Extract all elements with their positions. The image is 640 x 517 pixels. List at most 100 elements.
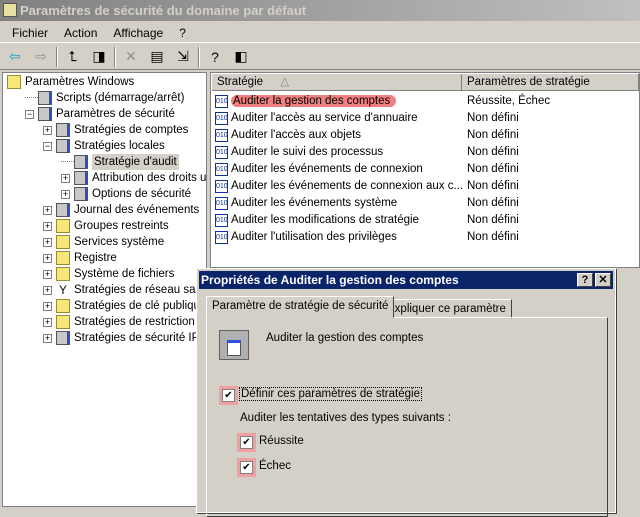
tree-item[interactable]: + Journal des événements: [43, 202, 199, 218]
sort-ascending-icon: △: [280, 76, 290, 88]
expand-icon[interactable]: +: [61, 173, 70, 183]
properties-dialog: Propriétés de Auditer la gestion des com…: [196, 268, 616, 517]
policy-name: Auditer l'utilisation des privilèges: [231, 229, 473, 246]
policy-row[interactable]: 010 Auditer les événements système Non déf…: [215, 195, 639, 212]
tree-item[interactable]: + Stratégies de clé publique: [43, 298, 206, 314]
policy-row[interactable]: 010 Auditer les événements de connexion a…: [215, 178, 639, 195]
policy-list[interactable]: Stratégie △ Paramètres de stratégie 010 A…: [210, 72, 640, 268]
expand-icon[interactable]: +: [43, 237, 52, 247]
toolbar: ⇦ ⇨ ⮤ ◨ ✕ ▤ ⇲? ◧: [0, 44, 640, 70]
properties-button[interactable]: ▤: [146, 46, 168, 68]
tree-item[interactable]: + Attribution des droits utili: [61, 170, 206, 186]
export-list-button[interactable]: ⇲: [172, 46, 194, 68]
dialog-title-bar: Propriétés de Auditer la gestion des com…: [199, 271, 613, 289]
audit-policy-icon: 010: [215, 146, 228, 159]
tree-item[interactable]: + Options de sécurité: [61, 186, 191, 202]
menu-fichier[interactable]: Fichier: [4, 23, 56, 42]
tree-item[interactable]: + Services système: [43, 234, 164, 250]
policy-icon: [74, 155, 88, 169]
define-checkbox[interactable]: ✔: [222, 389, 235, 402]
policy-row[interactable]: 010 Auditer les événements de connexion No…: [215, 161, 639, 178]
expand-icon[interactable]: +: [43, 333, 52, 343]
folder-icon: [56, 219, 70, 233]
tree-item-label: Stratégies de sécurité IP su: [74, 332, 207, 344]
policy-row[interactable]: 010 Auditer la gestion des comptes Réussit…: [215, 93, 639, 110]
column-header-strategie[interactable]: Stratégie △: [212, 74, 462, 91]
menu-affichage[interactable]: Affichage: [105, 23, 171, 42]
tree-item[interactable]: + Stratégies de restriction log: [43, 314, 206, 330]
policy-value: Non défini: [467, 112, 519, 124]
tree-item[interactable]: + Système de fichiers: [43, 266, 174, 282]
collapse-icon[interactable]: −: [25, 109, 34, 119]
tree-item[interactable]: Paramètres Windows: [7, 74, 134, 90]
expand-icon[interactable]: +: [43, 285, 52, 295]
tree-item[interactable]: + Y Stratégies de réseau sans f: [43, 282, 207, 298]
properties-icon: ▤: [150, 48, 164, 64]
failure-label[interactable]: Échec: [259, 460, 291, 472]
column-header-parametres[interactable]: Paramètres de stratégie: [462, 74, 639, 91]
expand-icon[interactable]: +: [43, 269, 52, 279]
tree-item[interactable]: + Registre: [43, 250, 117, 266]
tree-item[interactable]: − Stratégies locales: [43, 138, 165, 154]
folder-icon: [56, 299, 70, 313]
toolbar-separator: [56, 46, 58, 67]
policy-value: Non défini: [467, 214, 519, 226]
policy-row[interactable]: 010 Auditer les modifications de stratégi…: [215, 212, 639, 229]
policy-name: Auditer le suivi des processus: [231, 144, 473, 161]
policy-value: Non défini: [467, 180, 519, 192]
action-pane-button[interactable]: ◧: [230, 46, 252, 68]
policy-icon: [56, 331, 70, 345]
policy-name: Auditer la gestion des comptes: [266, 332, 424, 344]
tree-item[interactable]: + Groupes restreints: [43, 218, 169, 234]
tab-explain[interactable]: Expliquer ce paramètre: [381, 299, 512, 319]
expand-icon[interactable]: +: [43, 317, 52, 327]
tree-item[interactable]: − Paramètres de sécurité: [25, 106, 175, 122]
policy-row[interactable]: 010 Auditer l'accès aux objets Non défini: [215, 127, 639, 144]
policy-row[interactable]: 010 Auditer l'accès au service d'annuaire…: [215, 110, 639, 127]
policy-name-text: Auditer le suivi des processus: [231, 146, 384, 158]
tree-item[interactable]: + Stratégies de sécurité IP su: [43, 330, 207, 346]
menu-help[interactable]: ?: [171, 23, 194, 42]
failure-checkbox[interactable]: ✔: [240, 461, 253, 474]
expand-icon[interactable]: +: [61, 189, 70, 199]
policy-name: Auditer l'accès au service d'annuaire: [231, 110, 473, 127]
tree-item-label: Stratégies de réseau sans f: [74, 284, 207, 296]
delete-button[interactable]: ✕: [120, 46, 142, 68]
expand-icon[interactable]: +: [43, 125, 52, 135]
expand-icon[interactable]: +: [43, 205, 52, 215]
tab-security-setting[interactable]: Paramètre de stratégie de sécurité: [206, 296, 395, 318]
tree-view[interactable]: Paramètres Windows Scripts (démarrage/arr…: [2, 72, 207, 507]
success-label[interactable]: Réussite: [259, 435, 304, 447]
policy-row[interactable]: 010 Auditer l'utilisation des privilèges N…: [215, 229, 639, 246]
success-checkbox[interactable]: ✔: [240, 436, 253, 449]
policy-name: Auditer la gestion des comptes: [231, 93, 473, 110]
close-button[interactable]: ✕: [595, 273, 611, 287]
policy-icon: [74, 171, 88, 185]
help-button[interactable]: ?: [577, 273, 593, 287]
audit-policy-icon: 010: [215, 95, 228, 108]
tree-item-label: Stratégie d'audit: [92, 154, 179, 170]
show-tree-button[interactable]: ◨: [88, 46, 110, 68]
policy-icon: [74, 187, 88, 201]
policy-name: Auditer les événements de connexion: [231, 161, 473, 178]
tree-item[interactable]: + Stratégies de comptes: [43, 122, 188, 138]
menu-action[interactable]: Action: [56, 23, 105, 42]
help-button[interactable]: ?: [204, 46, 226, 68]
forward-arrow-button[interactable]: ⇨: [30, 46, 52, 68]
tree-item[interactable]: Scripts (démarrage/arrêt): [25, 90, 184, 106]
collapse-icon[interactable]: −: [43, 141, 52, 151]
expand-icon[interactable]: +: [43, 221, 52, 231]
tree-item[interactable]: Stratégie d'audit: [61, 154, 179, 170]
define-label[interactable]: Définir ces paramètres de stratégie: [239, 387, 422, 401]
policy-row[interactable]: 010 Auditer le suivi des processus Non déf…: [215, 144, 639, 161]
back-arrow-button[interactable]: ⇦: [4, 46, 26, 68]
show-tree-icon: ◨: [92, 48, 106, 64]
up-folder-button[interactable]: ⮤: [62, 46, 84, 68]
folder-icon: [56, 267, 70, 281]
tab-panel: Auditer la gestion des comptes ✔ Définir…: [206, 317, 608, 517]
policy-icon: [219, 330, 249, 360]
policy-value: Réussite, Échec: [467, 95, 551, 107]
audit-policy-icon: 010: [215, 112, 228, 125]
expand-icon[interactable]: +: [43, 301, 52, 311]
expand-icon[interactable]: +: [43, 253, 52, 263]
